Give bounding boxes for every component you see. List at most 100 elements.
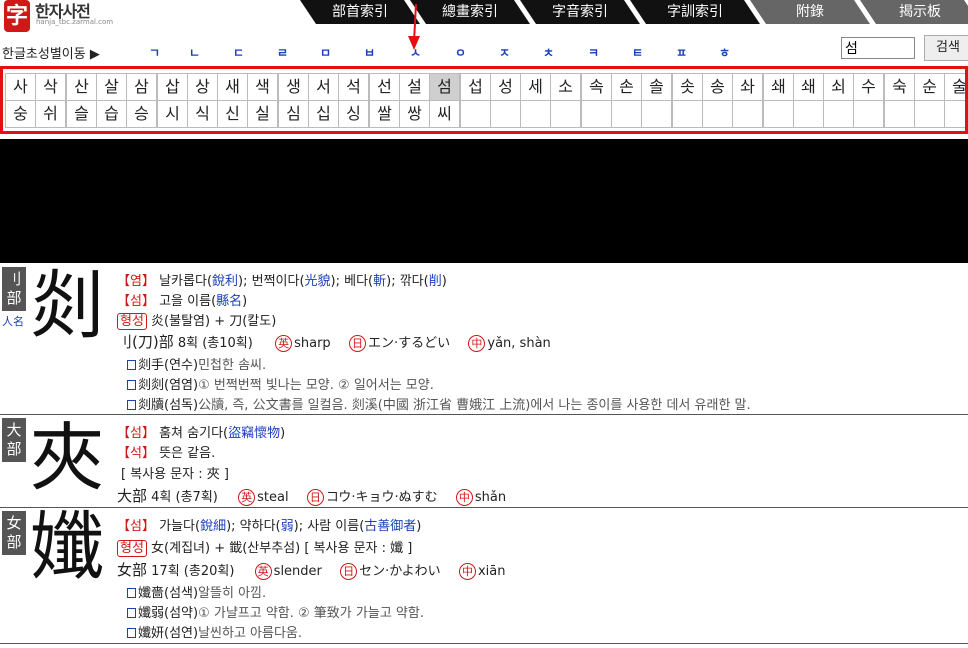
consonant-link[interactable]: ㅎ <box>719 44 730 61</box>
syllable-cell[interactable]: 세 <box>520 73 551 101</box>
compound-word[interactable]: 孅嗇(섬색)알뜰히 아낌. <box>127 582 266 601</box>
syllable-cell[interactable]: 삽 <box>157 73 188 101</box>
syllable-cell[interactable]: 솟 <box>672 73 703 101</box>
syllable-cell[interactable]: 숙 <box>884 73 915 101</box>
syllable-cell[interactable]: 술 <box>944 73 965 101</box>
syllable-cell[interactable]: 새 <box>217 73 248 101</box>
syllable-cell[interactable]: 쌀 <box>369 100 400 128</box>
syllable-cell[interactable]: 사 <box>5 73 36 101</box>
syllable-cell[interactable]: 쇄 <box>793 73 824 101</box>
syllable-cell[interactable]: 싱 <box>338 100 369 128</box>
empty-cell <box>520 100 551 128</box>
radical-name: 刂(刀)部 <box>117 333 174 351</box>
definition-line: 【석】 뜻은 같음. <box>117 442 215 461</box>
syllable-cell[interactable]: 손 <box>611 73 642 101</box>
empty-cell <box>460 100 491 128</box>
hanja-entry: 刂部 人名 剡 【염】 날카롭다(銳利); 번쩍이다(光貌); 베다(斬); 깎… <box>0 264 968 414</box>
japanese-icon: 日 <box>306 489 324 506</box>
syllable-cell[interactable]: 시 <box>157 100 188 128</box>
tab-bulletin-board[interactable]: 揭示板 <box>860 0 968 24</box>
syllable-cell[interactable]: 속 <box>581 73 612 101</box>
tab-stroke-index[interactable]: 總畫索引 <box>410 0 530 24</box>
syllable-cell[interactable]: 산 <box>66 73 97 101</box>
syllable-cell[interactable]: 승 <box>126 100 157 128</box>
syllable-cell[interactable]: 송 <box>702 73 733 101</box>
consonant-link[interactable]: ㅁ <box>320 44 331 61</box>
compound-word[interactable]: 剡牘(섬독)公牘, 즉, 公文書를 일컬음. 剡溪(中國 浙江省 曹娥江 上流)… <box>127 394 751 413</box>
syllable-cell[interactable]: 살 <box>96 73 127 101</box>
syllable-cell[interactable]: 섬 <box>429 73 460 101</box>
syllable-cell[interactable]: 쉬 <box>35 100 66 128</box>
radical-tag[interactable]: 刂部 <box>2 267 26 311</box>
site-logo[interactable]: 字 한자사전 hanja_tbc.zarmal.com <box>2 0 114 34</box>
tab-appendix[interactable]: 附錄 <box>750 0 870 24</box>
syllable-cell[interactable]: 솔 <box>641 73 672 101</box>
syllable-cell[interactable]: 석 <box>338 73 369 101</box>
meaning-hanja: 銳利 <box>212 274 239 289</box>
syllable-cell[interactable]: 생 <box>278 73 309 101</box>
syllable-cell[interactable]: 상 <box>187 73 218 101</box>
compound-word[interactable]: 剡剡(염염)① 번쩍번쩍 빛나는 모양. ② 일어서는 모양. <box>127 374 434 393</box>
radical-tag[interactable]: 大部 <box>2 418 26 462</box>
syllable-cell[interactable]: 서 <box>308 73 339 101</box>
consonant-link[interactable]: ㅌ <box>632 44 643 61</box>
personal-name-tag: 人名 <box>2 315 24 328</box>
consonant-link[interactable]: ㄷ <box>233 44 244 61</box>
copy-text-line[interactable]: [ 복사용 문자 : 夾 ] <box>121 463 229 482</box>
top-nav-tabs: 部首索引 總畫索引 字音索引 字訓索引 附錄 揭示板 <box>300 0 968 24</box>
syllable-cell[interactable]: 순 <box>914 73 945 101</box>
syllable-cell[interactable]: 실 <box>247 100 278 128</box>
syllable-cell[interactable]: 솨 <box>732 73 763 101</box>
syllable-cell[interactable]: 숭 <box>5 100 36 128</box>
syllable-cell[interactable]: 씨 <box>429 100 460 128</box>
formation-text: 炎(불탈염) + 刀(칼도) <box>146 314 277 329</box>
syllable-cell[interactable]: 쇄 <box>763 73 794 101</box>
syllable-cell[interactable]: 섭 <box>460 73 491 101</box>
syllable-cell[interactable]: 심 <box>278 100 309 128</box>
consonant-link[interactable]: ㅇ <box>455 44 466 61</box>
syllable-cell[interactable]: 삼 <box>126 73 157 101</box>
search-input[interactable] <box>841 37 915 59</box>
consonant-link[interactable]: ㅅ <box>410 44 421 61</box>
definition-line: 【섬】 고을 이름(縣名) <box>117 290 247 309</box>
syllable-cell[interactable]: 쇠 <box>823 73 854 101</box>
syllable-cell[interactable]: 습 <box>96 100 127 128</box>
syllable-cell[interactable]: 성 <box>490 73 521 101</box>
consonant-link[interactable]: ㄴ <box>189 44 200 61</box>
compound-word[interactable]: 孅弱(섬약)① 가냘프고 약함. ② 筆致가 가늘고 약함. <box>127 602 424 621</box>
syllable-cell[interactable]: 색 <box>247 73 278 101</box>
note-icon <box>127 360 136 370</box>
tab-meaning-index[interactable]: 字訓索引 <box>630 0 760 24</box>
search-button[interactable]: 검색 <box>924 35 968 61</box>
radical-tag[interactable]: 女部 <box>2 511 26 555</box>
tab-sound-index[interactable]: 字音索引 <box>520 0 640 24</box>
tab-radical-index[interactable]: 部首索引 <box>300 0 420 24</box>
syllable-cell[interactable]: 수 <box>853 73 884 101</box>
chinese-icon: 中 <box>468 335 486 352</box>
syllable-cell[interactable]: 설 <box>399 73 430 101</box>
consonant-link[interactable]: ㅋ <box>588 44 599 61</box>
japanese-reading: エン·するどい <box>367 336 451 351</box>
meaning: ) <box>416 519 422 534</box>
syllable-cell[interactable]: 십 <box>308 100 339 128</box>
consonant-link[interactable]: ㄱ <box>149 44 160 61</box>
compound-word[interactable]: 剡手(연수)민첩한 솜씨. <box>127 354 266 373</box>
syllable-cell[interactable]: 식 <box>187 100 218 128</box>
consonant-link[interactable]: ㅍ <box>676 44 687 61</box>
meaning: 뜻은 같음. <box>154 446 216 461</box>
reading: 【석】 <box>117 446 155 461</box>
syllable-cell[interactable]: 소 <box>550 73 581 101</box>
syllable-cell[interactable]: 삭 <box>35 73 66 101</box>
compound-word[interactable]: 孅妍(섬연)날씬하고 아름다움. <box>127 622 302 641</box>
syllable-cell[interactable]: 쌍 <box>399 100 430 128</box>
syllable-cell[interactable]: 신 <box>217 100 248 128</box>
consonant-link[interactable]: ㅈ <box>499 44 510 61</box>
syllable-cell[interactable]: 선 <box>369 73 400 101</box>
consonant-link[interactable]: ㅂ <box>364 44 375 61</box>
stroke-count: 17획 (총20획) <box>147 564 235 579</box>
consonant-link[interactable]: ㄹ <box>277 44 288 61</box>
consonant-link[interactable]: ㅊ <box>543 44 554 61</box>
empty-cell <box>490 100 521 128</box>
logo-url: hanja_tbc.zarmal.com <box>36 18 114 26</box>
syllable-cell[interactable]: 슬 <box>66 100 97 128</box>
